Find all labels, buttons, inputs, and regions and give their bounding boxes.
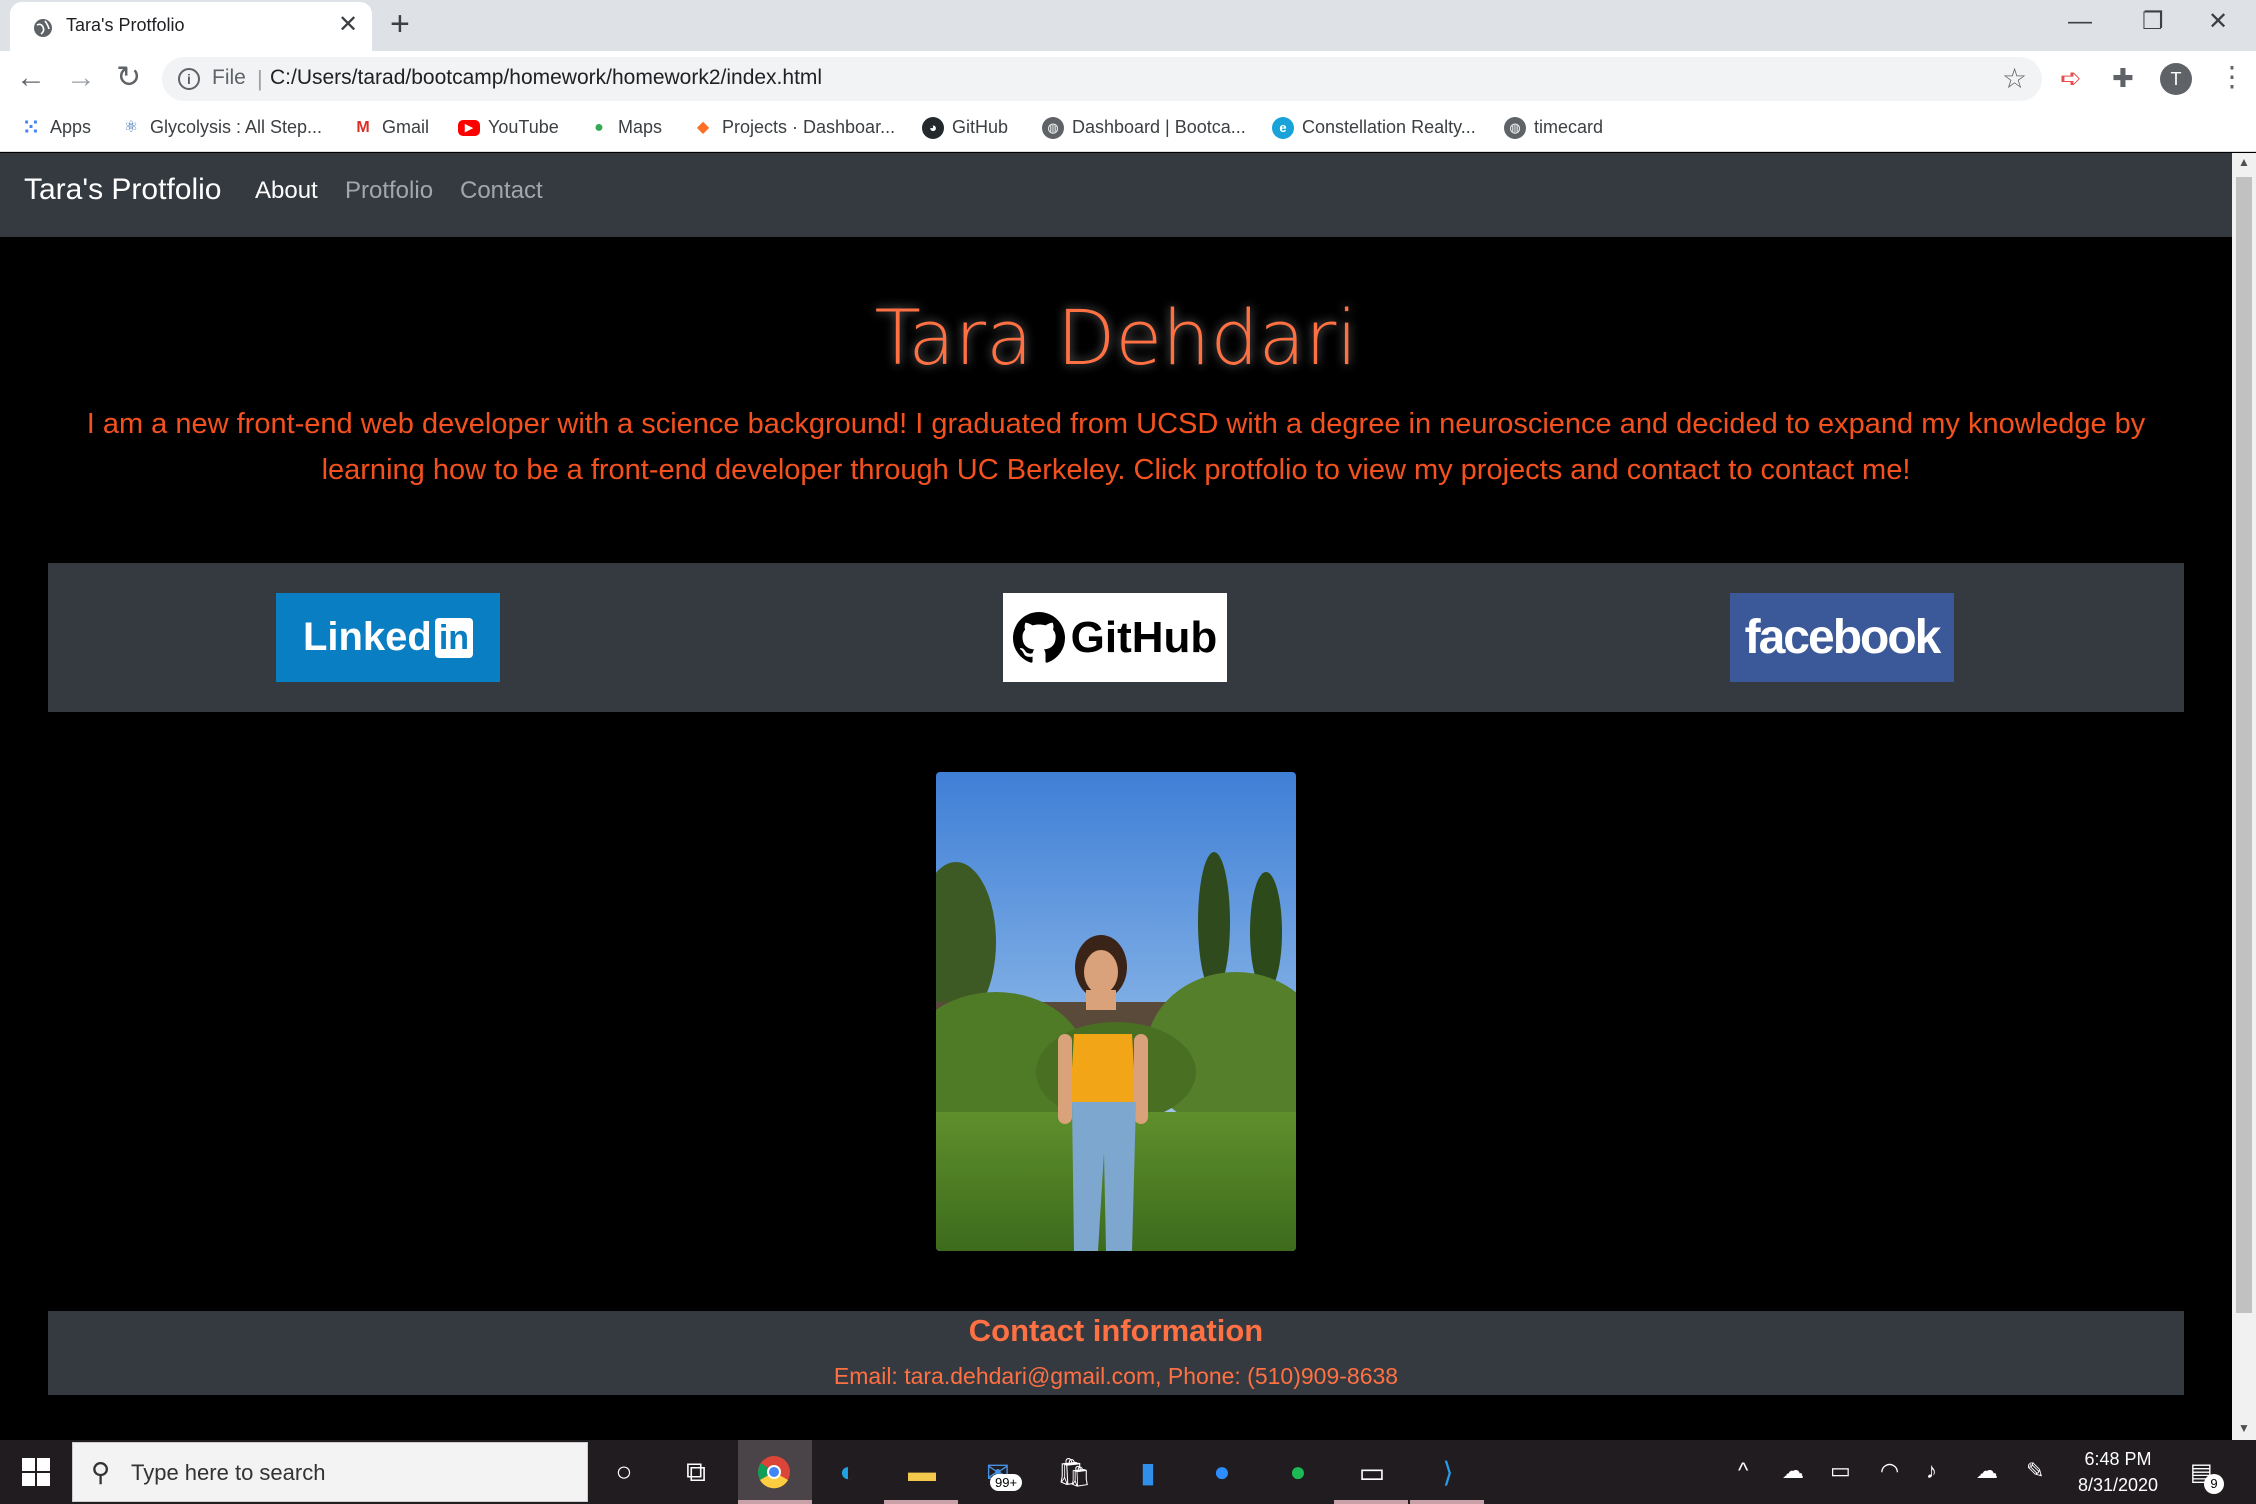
upload-cloud-icon[interactable]: ☁ — [1976, 1458, 1998, 1484]
task-view-icon[interactable]: ⧉ — [672, 1448, 720, 1496]
social-links-bar: Linked in GitHub facebook — [48, 563, 2184, 712]
profile-photo — [936, 772, 1296, 1251]
file-explorer-icon[interactable]: ▬ — [898, 1448, 946, 1496]
youtube-icon: ▶ — [458, 120, 480, 137]
globe-icon: ◍ — [1042, 117, 1064, 140]
globe-icon — [34, 19, 52, 37]
hero-bio-text: I am a new front-end web developer with … — [86, 408, 2146, 486]
vscode-icon[interactable]: ⟩ — [1424, 1448, 1472, 1496]
address-bar[interactable]: i File | C:/Users/tarad/bootcamp/homewor… — [162, 57, 2042, 101]
minimize-icon[interactable]: — — [2068, 4, 2092, 40]
close-tab-icon[interactable]: ✕ — [338, 12, 358, 38]
browser-toolbar: ← → ↻ i File | C:/Users/tarad/bootcamp/h… — [0, 51, 2256, 107]
wifi-icon[interactable]: ◠ — [1880, 1458, 1899, 1484]
bookmark-apps[interactable]: ⁙ Apps — [20, 117, 91, 139]
tray-chevron-icon[interactable]: ^ — [1738, 1458, 1748, 1484]
taskbar-clock[interactable]: 6:48 PM 8/31/2020 — [2068, 1446, 2168, 1498]
back-arrow-icon[interactable]: ← — [16, 61, 46, 95]
clock-date: 8/31/2020 — [2077, 1475, 2159, 1495]
bookmark-github[interactable]: ◕ GitHub — [922, 117, 1008, 140]
cortana-icon[interactable]: ○ — [600, 1448, 648, 1496]
browser-tab[interactable]: Tara's Protfolio ✕ — [10, 2, 372, 51]
notification-badge: 9 — [2204, 1474, 2224, 1494]
globe-icon: ◍ — [1504, 117, 1526, 140]
restore-icon[interactable]: ❐ — [2142, 4, 2164, 40]
windows-taskbar: ⚲ Type here to search ○ ⧉ ◐ ▬ ✉ 99+ 🛍 ▮ … — [0, 1440, 2256, 1504]
info-icon[interactable]: i — [178, 68, 200, 90]
gitlab-icon: ◆ — [696, 119, 710, 137]
bookmark-glycolysis[interactable]: ⚛ Glycolysis : All Step... — [120, 117, 322, 139]
contact-title: Contact information — [968, 1313, 1264, 1348]
tab-title: Tara's Protfolio — [66, 15, 185, 35]
glycolysis-icon: ⚛ — [123, 119, 139, 137]
gmail-icon: M — [356, 119, 370, 137]
spotify-icon[interactable]: ● — [1274, 1448, 1322, 1496]
contact-details: Email: tara.dehdari@gmail.com, Phone: (5… — [833, 1363, 1399, 1389]
bookmark-star-icon[interactable]: ☆ — [2002, 62, 2027, 95]
clock-time: 6:48 PM — [2084, 1449, 2152, 1469]
url-scheme: File — [212, 66, 246, 89]
pen-icon[interactable]: ✎ — [2026, 1458, 2044, 1484]
scroll-up-icon[interactable]: ▲ — [2238, 155, 2250, 169]
bookmark-maps[interactable]: ● Maps — [588, 117, 662, 139]
scroll-down-icon[interactable]: ▼ — [2238, 1421, 2250, 1435]
url-text[interactable]: C:/Users/tarad/bootcamp/homework/homewor… — [270, 66, 822, 90]
new-tab-button[interactable]: + — [390, 6, 410, 42]
menu-kebab-icon[interactable]: ⋮ — [2218, 61, 2246, 93]
reload-icon[interactable]: ↻ — [116, 61, 141, 95]
scroll-thumb[interactable] — [2236, 177, 2252, 1313]
url-separator: | — [257, 66, 263, 91]
github-octocat-icon — [1012, 611, 1065, 663]
nav-link-about[interactable]: About — [255, 177, 318, 205]
phone-app-icon[interactable]: ▮ — [1124, 1448, 1172, 1496]
search-icon: ⚲ — [91, 1457, 111, 1487]
bookmark-constellation-realty[interactable]: e Constellation Realty... — [1272, 117, 1476, 140]
terminal-icon[interactable]: ▭ — [1348, 1448, 1396, 1496]
profile-avatar[interactable]: T — [2160, 63, 2192, 95]
close-window-icon[interactable]: ✕ — [2208, 4, 2228, 40]
vscode-indicator — [1410, 1500, 1484, 1504]
browser-tab-strip: Tara's Protfolio ✕ + — ❐ ✕ — [0, 0, 2256, 51]
zoom-icon[interactable]: ● — [1198, 1448, 1246, 1496]
contact-info-section: Contact information Email: tara.dehdari@… — [48, 1311, 2184, 1395]
search-placeholder: Type here to search — [131, 1460, 326, 1485]
extension-share-icon[interactable]: ➪ — [2060, 63, 2082, 93]
site-navbar: Tara's Protfolio About Protfolio Contact — [0, 153, 2232, 237]
nav-link-contact[interactable]: Contact — [460, 177, 543, 205]
navbar-brand[interactable]: Tara's Protfolio — [24, 173, 221, 207]
linkedin-logo-link[interactable]: Linked in — [276, 593, 500, 682]
chrome-icon[interactable] — [750, 1448, 798, 1496]
bookmarks-bar: ⁙ Apps ⚛ Glycolysis : All Step... M Gmail ▶… — [0, 107, 2256, 152]
mail-badge: 99+ — [990, 1474, 1023, 1491]
bookmark-gitlab-projects[interactable]: ◆ Projects · Dashboar... — [692, 117, 895, 139]
maps-pin-icon: ● — [594, 119, 604, 137]
edge-icon[interactable]: ◐ — [824, 1448, 872, 1496]
constellation-icon: e — [1272, 117, 1294, 140]
page-viewport: Tara's Protfolio About Protfolio Contact… — [0, 153, 2232, 1440]
explorer-indicator — [884, 1500, 958, 1504]
extensions-puzzle-icon[interactable]: ✚ — [2112, 63, 2134, 93]
bookmark-timecard[interactable]: ◍ timecard — [1504, 117, 1603, 140]
github-icon: ◕ — [922, 117, 944, 140]
bookmark-youtube[interactable]: ▶ YouTube — [458, 117, 559, 138]
github-logo-link[interactable]: GitHub — [1003, 593, 1227, 682]
taskbar-search-box[interactable]: ⚲ Type here to search — [72, 1442, 588, 1502]
facebook-logo-link[interactable]: facebook — [1730, 593, 1954, 682]
windows-start-icon[interactable] — [22, 1458, 50, 1486]
apps-grid-icon: ⁙ — [22, 117, 40, 140]
bookmark-bootcamp-dashboard[interactable]: ◍ Dashboard | Bootca... — [1042, 117, 1246, 140]
battery-icon[interactable]: ▭ — [1830, 1458, 1851, 1484]
terminal-indicator — [1334, 1500, 1408, 1504]
hero-name-heading: Tara Dehdari — [874, 293, 1358, 382]
volume-icon[interactable]: ♪ — [1926, 1458, 1937, 1484]
onedrive-icon[interactable]: ☁ — [1782, 1458, 1804, 1484]
chrome-active-indicator — [738, 1500, 812, 1504]
forward-arrow-icon[interactable]: → — [66, 61, 96, 95]
page-scrollbar[interactable]: ▲ ▼ — [2232, 153, 2256, 1440]
nav-link-portfolio[interactable]: Protfolio — [345, 177, 433, 205]
store-icon[interactable]: 🛍 — [1050, 1448, 1098, 1496]
bookmark-gmail[interactable]: M Gmail — [352, 117, 429, 139]
